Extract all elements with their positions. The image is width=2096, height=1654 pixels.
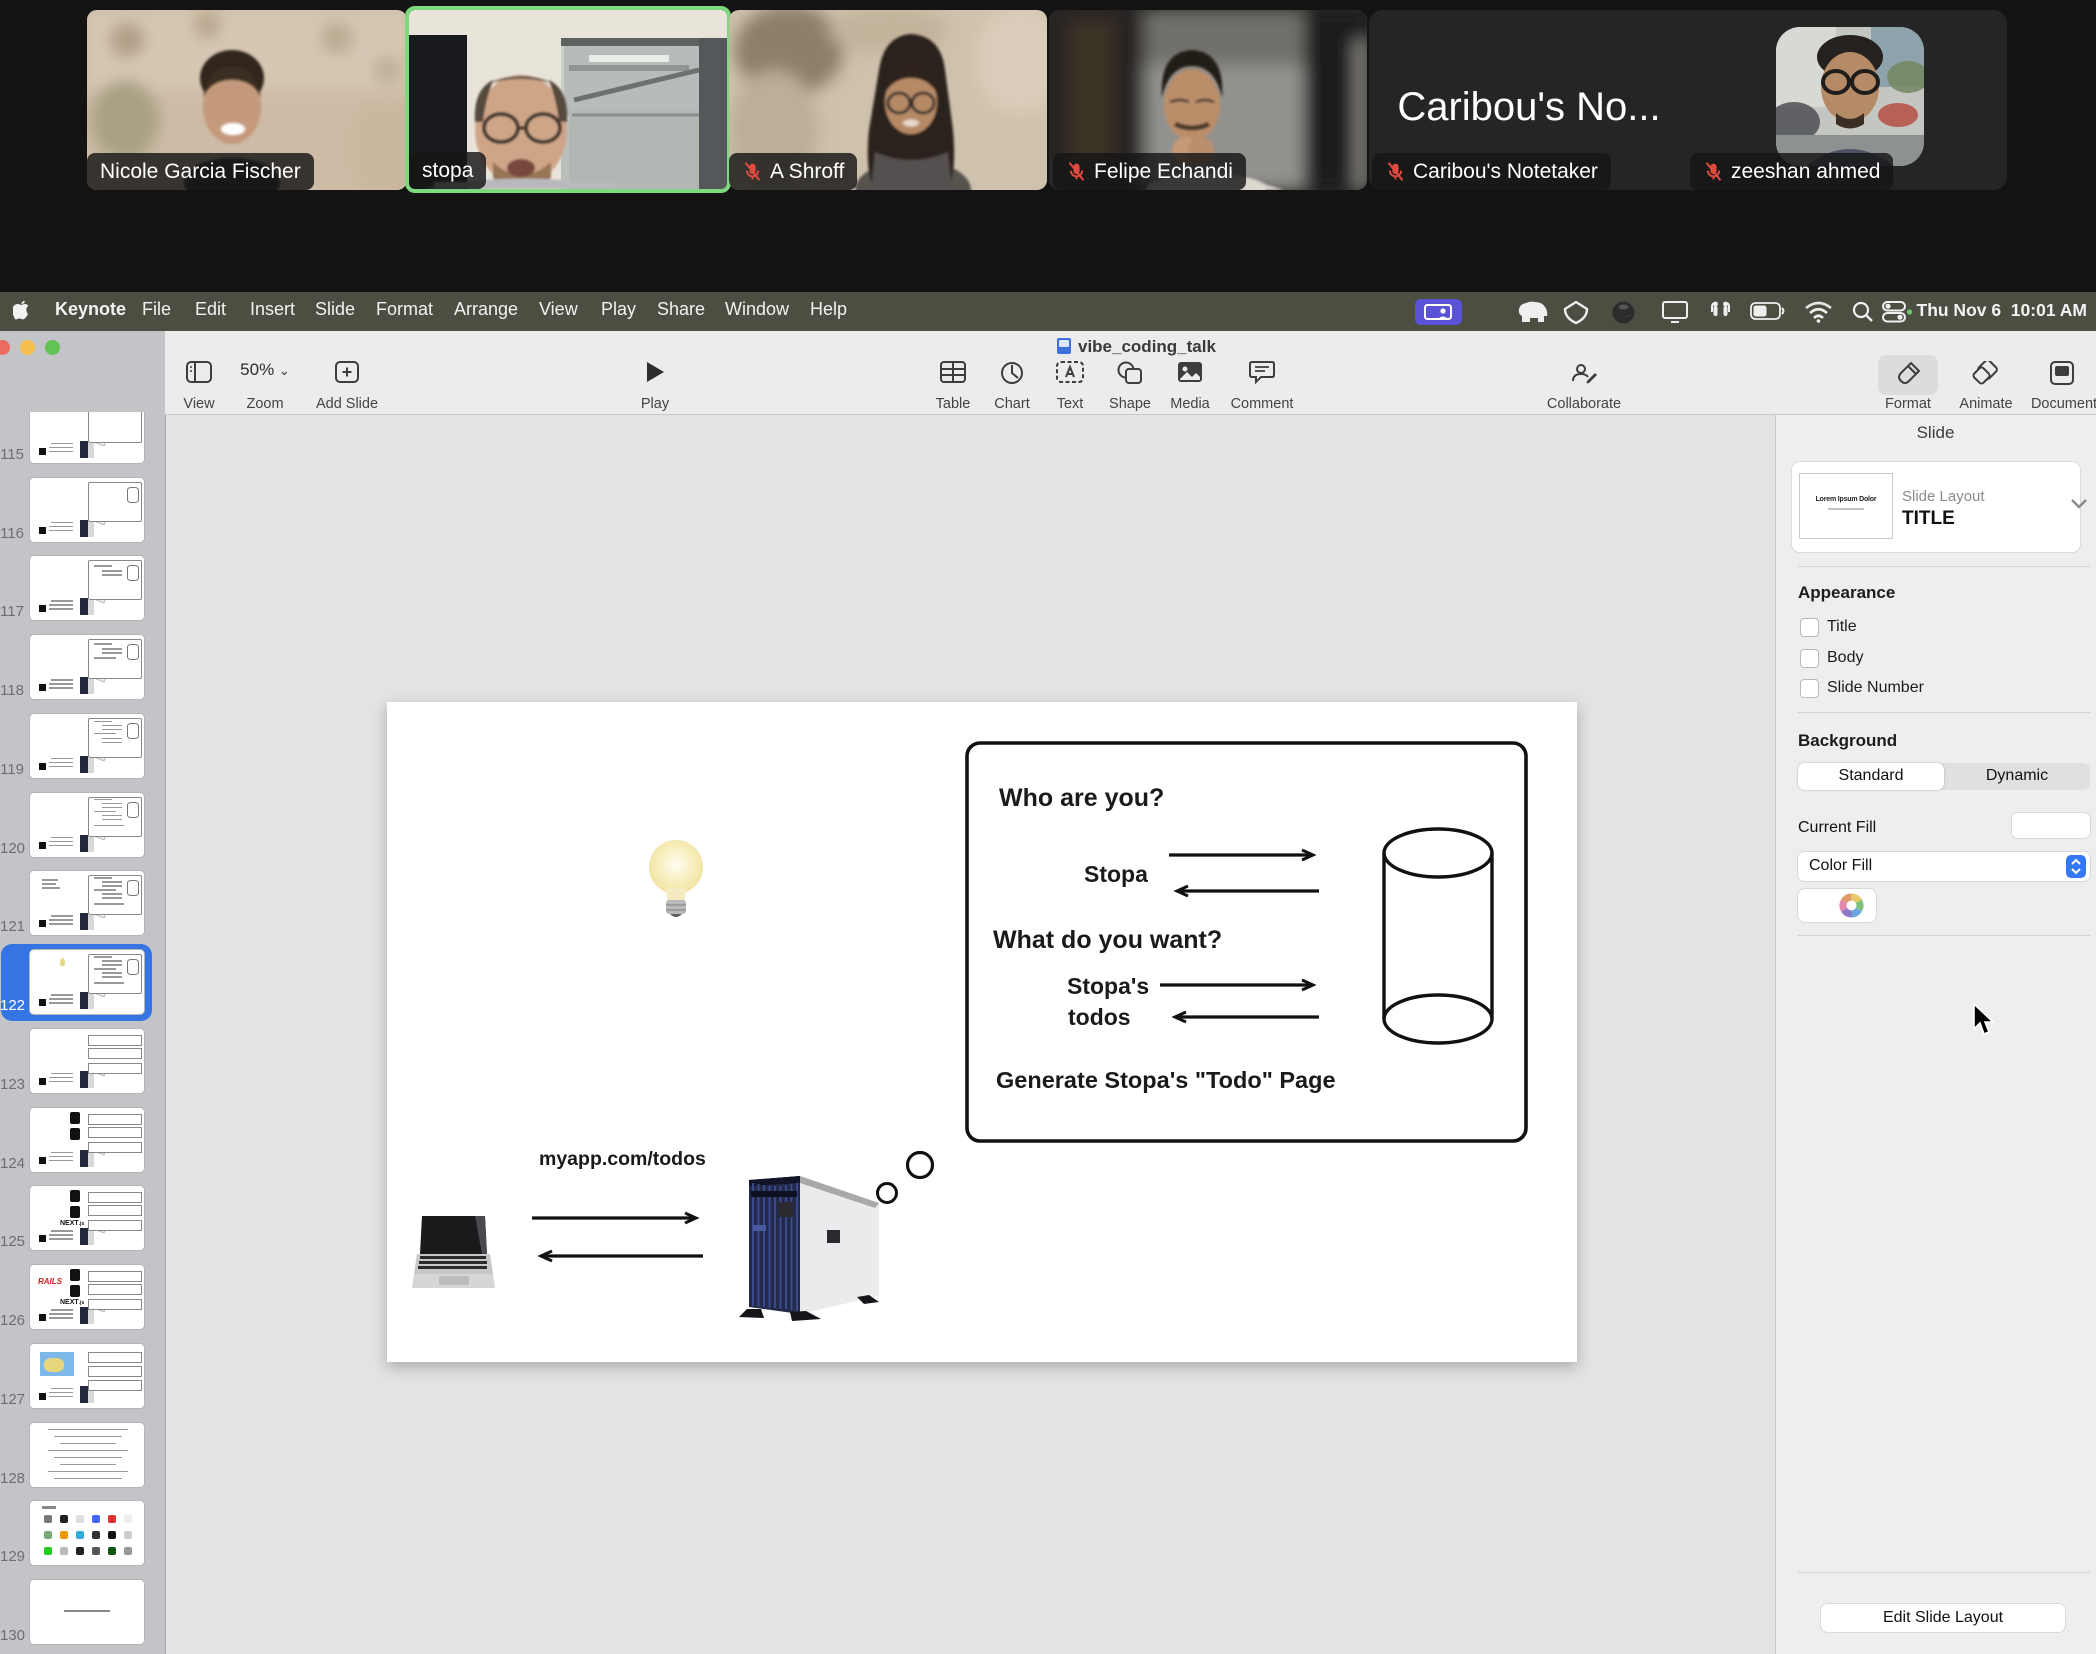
- svg-text:Stopa: Stopa: [1084, 861, 1148, 887]
- svg-text:Who are you?: Who are you?: [999, 784, 1164, 812]
- svg-text:todos: todos: [1068, 1004, 1131, 1030]
- svg-text:Generate Stopa's "Todo" Page: Generate Stopa's "Todo" Page: [996, 1067, 1336, 1093]
- svg-text:What do you want?: What do you want?: [993, 926, 1222, 954]
- svg-text:myapp.com/todos: myapp.com/todos: [539, 1148, 706, 1170]
- svg-text:Stopa's: Stopa's: [1067, 973, 1149, 999]
